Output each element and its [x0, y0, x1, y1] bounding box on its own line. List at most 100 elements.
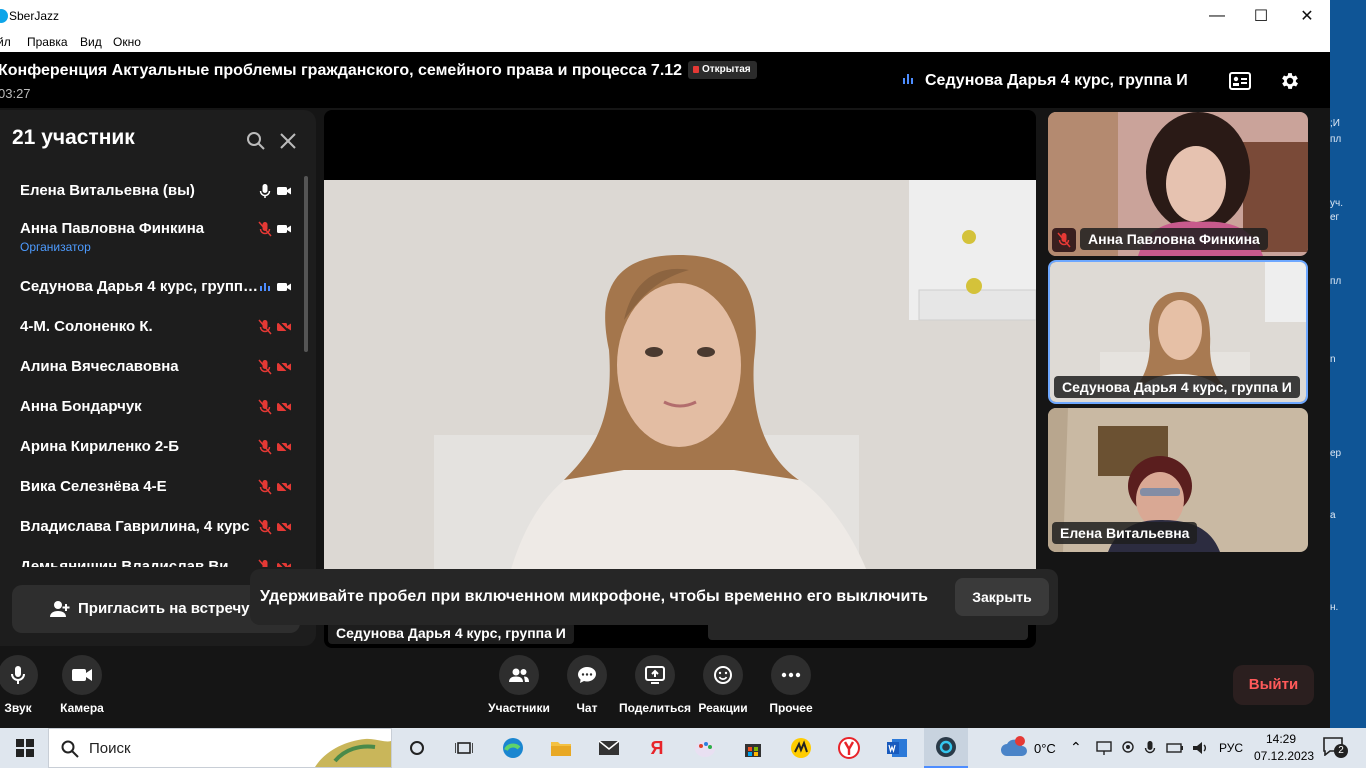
participants-close-button[interactable]: [274, 127, 302, 155]
store-bag-icon: [745, 744, 761, 757]
participants-scrollbar[interactable]: [304, 176, 308, 352]
store-app[interactable]: [738, 733, 768, 763]
search-icon: [61, 740, 79, 758]
share-screen-button[interactable]: Поделиться: [617, 655, 693, 715]
participant-name: Демьянишин Владислав Ви: [20, 558, 229, 567]
sberjazz-icon: [936, 737, 956, 757]
clock-date[interactable]: 07.12.2023: [1254, 749, 1314, 763]
participant-name: Седунова Дарья 4 курс, группа И: [20, 278, 258, 295]
mic-off-icon: [258, 319, 272, 335]
participant-name: Владислава Гаврилина, 4 курс: [20, 518, 250, 535]
camera-off-icon: [276, 319, 292, 335]
sberjazz-taskbar-app[interactable]: [924, 728, 968, 768]
task-view-button[interactable]: [402, 733, 432, 763]
open-status-badge: Открытая: [688, 61, 757, 79]
mic-off-icon: [258, 399, 272, 415]
search-icon: [247, 132, 265, 150]
webcam-icon[interactable]: [1120, 740, 1136, 756]
close-icon: [280, 133, 296, 149]
desktop-fragment: a: [1330, 510, 1336, 521]
microphone-tray-icon[interactable]: [1144, 740, 1156, 756]
video-tile[interactable]: Анна Павловна Финкина: [1048, 112, 1308, 256]
more-label: Прочее: [769, 701, 813, 715]
file-explorer-app[interactable]: [546, 733, 576, 763]
title-bar[interactable]: SberJazz — ☐ ✕: [0, 0, 1330, 32]
word-app[interactable]: [882, 733, 912, 763]
menu-view[interactable]: Вид: [80, 35, 102, 49]
camera-off-icon: [276, 519, 292, 535]
network-icon[interactable]: [1096, 740, 1112, 756]
menu-window[interactable]: Окно: [113, 35, 141, 49]
paint-app[interactable]: [690, 733, 720, 763]
yandex-browser-icon: [838, 737, 860, 759]
participants-search-button[interactable]: [242, 127, 270, 155]
reactions-label: Реакции: [698, 701, 748, 715]
participant-name: Елена Витальевна (вы): [20, 182, 195, 199]
battery-icon[interactable]: [1166, 740, 1184, 756]
taskbar-search-placeholder: Поиск: [89, 740, 131, 757]
share-label: Поделиться: [618, 701, 692, 715]
tile-name-tag: Седунова Дарья 4 курс, группа И: [1054, 376, 1300, 398]
start-button[interactable]: [10, 733, 40, 763]
mic-off-icon: [258, 221, 272, 237]
edge-app[interactable]: [498, 733, 528, 763]
yandex-app[interactable]: Я: [642, 733, 672, 763]
sberjazz-logo-icon: [0, 9, 8, 23]
hint-toast-text: Удерживайте пробел при включенном микроф…: [260, 588, 929, 605]
clock-time[interactable]: 14:29: [1266, 732, 1296, 746]
id-card-icon: [1229, 72, 1251, 90]
menu-edit[interactable]: Правка: [27, 35, 68, 49]
volume-icon[interactable]: [1192, 740, 1210, 756]
maximize-button[interactable]: ☐: [1238, 0, 1284, 32]
participants-list: Елена Витальевна (вы) Анна Павловна Финк…: [0, 172, 300, 567]
participants-count-title: 21 участник: [12, 126, 135, 149]
mic-off-icon: [258, 559, 270, 567]
menu-file[interactable]: йл: [0, 35, 11, 49]
sberjazz-window: SberJazz — ☐ ✕ йл Правка Вид Окно Конфер…: [0, 0, 1330, 728]
desktop-fragment: ер: [1330, 448, 1342, 459]
desktop-fragment: уч.: [1330, 198, 1343, 209]
mail-app[interactable]: [594, 733, 624, 763]
language-indicator[interactable]: РУС: [1219, 741, 1243, 755]
more-dots-icon: [781, 672, 801, 678]
palette-icon: [695, 741, 715, 757]
minimize-button[interactable]: —: [1194, 0, 1240, 32]
taskbar-search-box[interactable]: Поиск: [48, 728, 392, 768]
widgets-button[interactable]: [449, 733, 479, 763]
participant-name: Алина Вячеславовна: [20, 358, 179, 375]
edge-browser-icon: [503, 738, 523, 758]
camera-icon: [72, 669, 92, 681]
participants-button[interactable]: Участники: [481, 655, 557, 715]
smile-icon: [714, 666, 732, 684]
desktop-fragment: ег: [1330, 212, 1340, 223]
toast-close-button[interactable]: Закрыть: [955, 578, 1049, 616]
share-screen-icon: [645, 666, 665, 684]
add-user-icon: [50, 601, 70, 617]
participant-name: Арина Кириленко 2-Б: [20, 438, 180, 455]
participant-name: Анна Павловна Финкина: [20, 220, 205, 237]
weather-widget[interactable]: [1000, 736, 1028, 760]
camera-button[interactable]: Камера: [44, 655, 120, 715]
mic-off-icon: [258, 479, 272, 495]
desktop-fragment: ;И: [1330, 118, 1340, 129]
settings-button[interactable]: [1276, 67, 1304, 95]
folder-icon: [551, 742, 571, 756]
layout-toggle-button[interactable]: [1226, 67, 1254, 95]
main-video-stage[interactable]: Седунова Дарья 4 курс, группа И: [324, 110, 1036, 648]
conference-header: Конференция Актуальные проблемы гражданс…: [0, 52, 1330, 108]
leave-button[interactable]: Выйти: [1233, 665, 1314, 705]
video-tile[interactable]: Елена Витальевна: [1048, 408, 1308, 552]
yandex-browser-app[interactable]: [834, 733, 864, 763]
close-window-button[interactable]: ✕: [1284, 0, 1330, 32]
mic-off-icon: [258, 439, 272, 455]
camera-off-icon: [276, 479, 292, 495]
reactions-button[interactable]: Реакции: [685, 655, 761, 715]
notifications-button[interactable]: 2: [1322, 736, 1348, 760]
camera-on-icon: [277, 283, 291, 291]
chat-button[interactable]: Чат: [549, 655, 625, 715]
conference-timer: 03:27: [0, 86, 31, 101]
video-tile-active[interactable]: Седунова Дарья 4 курс, группа И: [1048, 260, 1308, 404]
yandex-music-app[interactable]: [786, 733, 816, 763]
more-button[interactable]: Прочее: [753, 655, 829, 715]
chevron-up-icon[interactable]: ⌃: [1070, 739, 1082, 756]
